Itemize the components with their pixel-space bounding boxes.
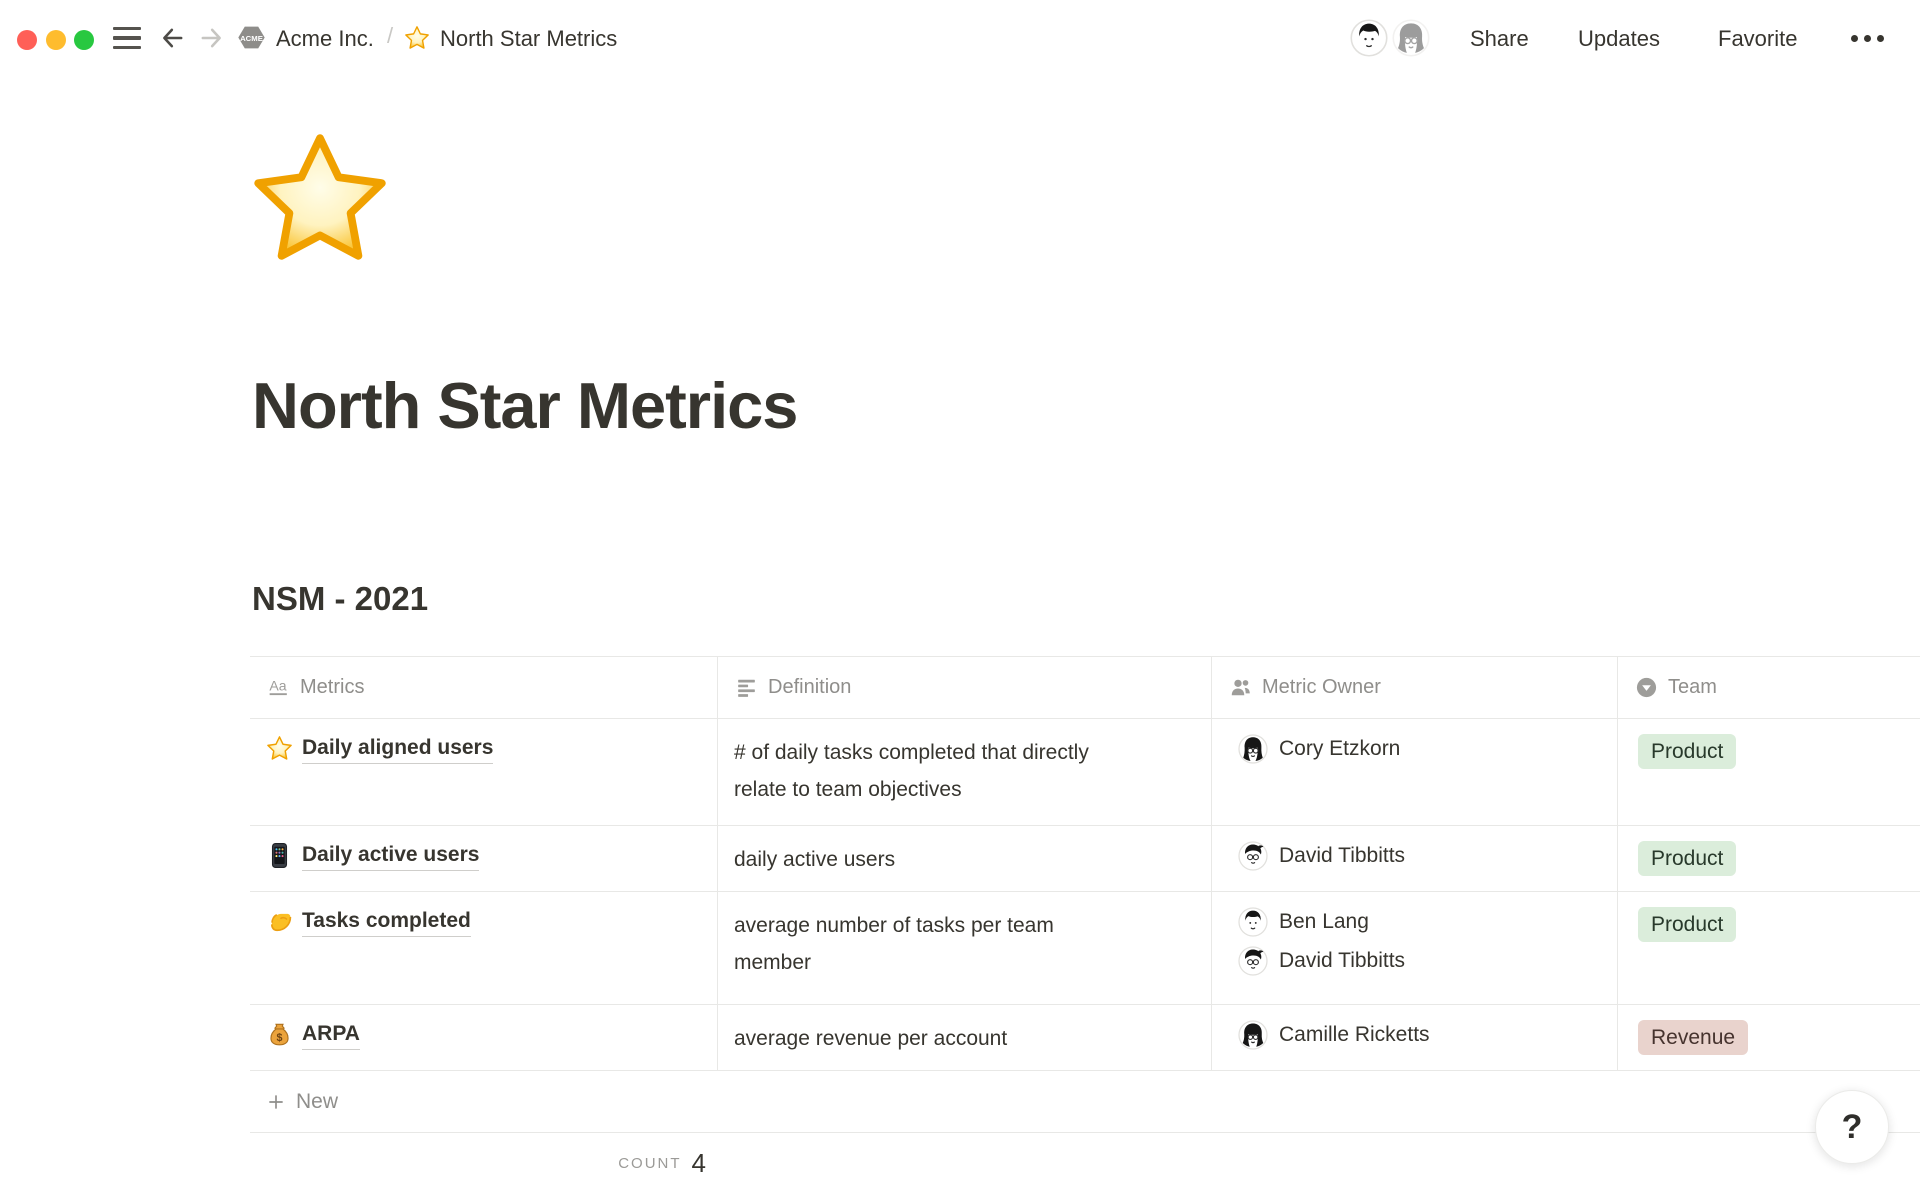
table-header-row: Aa Metrics Definition Metric Owner Team — [250, 656, 1920, 719]
team-tag[interactable]: Revenue — [1638, 1020, 1748, 1055]
team-cell[interactable]: Revenue — [1618, 1005, 1920, 1070]
favorite-button[interactable]: Favorite — [1718, 24, 1797, 54]
count-label: COUNT — [618, 1155, 681, 1172]
avatar-camille-ricketts — [1238, 1020, 1268, 1050]
help-button[interactable]: ? — [1815, 1090, 1889, 1164]
page-title[interactable]: North Star Metrics — [252, 364, 797, 448]
definition-text: average number of tasks per team member — [734, 907, 1132, 981]
new-row-label: New — [296, 1090, 338, 1114]
owner-item[interactable]: Cory Etzkorn — [1238, 734, 1601, 764]
owner-item[interactable]: Camille Ricketts — [1238, 1020, 1601, 1050]
breadcrumb-page-title[interactable]: North Star Metrics — [440, 25, 617, 53]
back-arrow-icon[interactable] — [159, 24, 187, 52]
definition-cell[interactable]: average revenue per account — [718, 1005, 1212, 1070]
svg-text:Aa: Aa — [269, 678, 286, 694]
owner-name: Cory Etzkorn — [1279, 734, 1400, 764]
owner-name: Camille Ricketts — [1279, 1020, 1430, 1050]
text-property-icon: Aa — [266, 675, 291, 700]
breadcrumb-workspace[interactable]: Acme Inc. — [276, 25, 374, 53]
window-titlebar: ACME Acme Inc. / North Star Metrics Shar… — [0, 0, 1920, 76]
metric-owner-cell[interactable]: Ben Lang David Tibbitts — [1212, 892, 1618, 1004]
metric-page-link[interactable]: Daily active users — [302, 841, 479, 871]
definition-text: daily active users — [734, 841, 1132, 878]
table-row: Daily active users daily active users Davi… — [250, 826, 1920, 892]
collaborator-avatar[interactable] — [1350, 19, 1388, 57]
svg-text:ACME: ACME — [240, 34, 263, 43]
avatar-cory-etzkorn — [1238, 734, 1268, 764]
column-header-label: Metrics — [300, 676, 364, 699]
avatar-david-tibbitts — [1238, 946, 1268, 976]
definition-cell[interactable]: average number of tasks per team member — [718, 892, 1212, 1004]
column-header-label: Definition — [768, 676, 851, 699]
money-bag-emoji: $ — [266, 1021, 293, 1048]
metric-page-link[interactable]: Tasks completed — [302, 907, 471, 937]
acme-logo: ACME — [236, 22, 267, 53]
team-tag[interactable]: Product — [1638, 841, 1736, 876]
owner-item[interactable]: David Tibbitts — [1238, 841, 1601, 871]
column-header-label: Metric Owner — [1262, 676, 1381, 699]
metric-page-link[interactable]: Daily aligned users — [302, 734, 493, 764]
owner-name: David Tibbitts — [1279, 841, 1405, 871]
metric-owner-cell[interactable]: David Tibbitts — [1212, 826, 1618, 891]
table-body: Daily aligned users # of daily tasks comp… — [250, 719, 1920, 1071]
star-emoji — [266, 735, 293, 762]
team-cell[interactable]: Product — [1618, 826, 1920, 891]
metric-cell[interactable]: Tasks completed — [250, 892, 718, 1004]
team-tag[interactable]: Product — [1638, 734, 1736, 769]
forward-arrow-icon[interactable] — [197, 24, 225, 52]
table-count-footer[interactable]: COUNT 4 — [250, 1133, 718, 1193]
column-header-label: Team — [1668, 676, 1717, 699]
definition-text: # of daily tasks completed that directly… — [734, 734, 1132, 808]
table-row: Daily aligned users # of daily tasks comp… — [250, 719, 1920, 826]
metric-cell[interactable]: Daily aligned users — [250, 719, 718, 825]
column-header-metrics[interactable]: Aa Metrics — [250, 657, 718, 718]
more-options-icon[interactable] — [1851, 35, 1884, 42]
column-header-definition[interactable]: Definition — [718, 657, 1212, 718]
plus-icon — [266, 1092, 286, 1112]
owner-name: Ben Lang — [1279, 907, 1369, 937]
breadcrumb-separator: / — [387, 23, 393, 49]
owner-name: David Tibbitts — [1279, 946, 1405, 976]
select-property-icon — [1634, 675, 1659, 700]
team-cell[interactable]: Product — [1618, 719, 1920, 825]
metric-page-link[interactable]: ARPA — [302, 1020, 360, 1050]
column-header-team[interactable]: Team — [1618, 657, 1920, 718]
text-align-icon — [734, 675, 759, 700]
metric-owner-cell[interactable]: Camille Ricketts — [1212, 1005, 1618, 1070]
metrics-table: Aa Metrics Definition Metric Owner Team Dail… — [250, 656, 1920, 1193]
metric-owner-cell[interactable]: Cory Etzkorn — [1212, 719, 1618, 825]
traffic-light-minimize-button[interactable] — [46, 30, 66, 50]
definition-text: average revenue per account — [734, 1020, 1132, 1057]
avatar-ben-lang — [1238, 907, 1268, 937]
metric-cell[interactable]: Daily active users — [250, 826, 718, 891]
svg-text:$: $ — [277, 1032, 283, 1044]
count-value: 4 — [692, 1148, 706, 1179]
definition-cell[interactable]: daily active users — [718, 826, 1212, 891]
updates-button[interactable]: Updates — [1578, 24, 1660, 54]
page-icon-star[interactable] — [248, 128, 392, 272]
star-emoji — [404, 25, 430, 51]
collaborator-avatar[interactable] — [1392, 19, 1430, 57]
traffic-light-zoom-button[interactable] — [74, 30, 94, 50]
sidebar-menu-icon[interactable] — [113, 27, 141, 49]
avatar-david-tibbitts — [1238, 841, 1268, 871]
metric-cell[interactable]: $ ARPA — [250, 1005, 718, 1070]
flexed-biceps-emoji — [266, 908, 293, 935]
owner-item[interactable]: Ben Lang — [1238, 907, 1601, 937]
team-tag[interactable]: Product — [1638, 907, 1736, 942]
table-row: Tasks completed average number of tasks p… — [250, 892, 1920, 1005]
share-button[interactable]: Share — [1470, 24, 1529, 54]
table-row: $ ARPA average revenue per account Camille … — [250, 1005, 1920, 1071]
person-property-icon — [1228, 675, 1253, 700]
new-row-button[interactable]: New — [250, 1071, 1920, 1133]
definition-cell[interactable]: # of daily tasks completed that directly… — [718, 719, 1212, 825]
database-title[interactable]: NSM - 2021 — [252, 580, 428, 618]
team-cell[interactable]: Product — [1618, 892, 1920, 1004]
column-header-metric-owner[interactable]: Metric Owner — [1212, 657, 1618, 718]
owner-item[interactable]: David Tibbitts — [1238, 946, 1601, 976]
traffic-light-close-button[interactable] — [17, 30, 37, 50]
mobile-phone-emoji — [266, 842, 293, 869]
